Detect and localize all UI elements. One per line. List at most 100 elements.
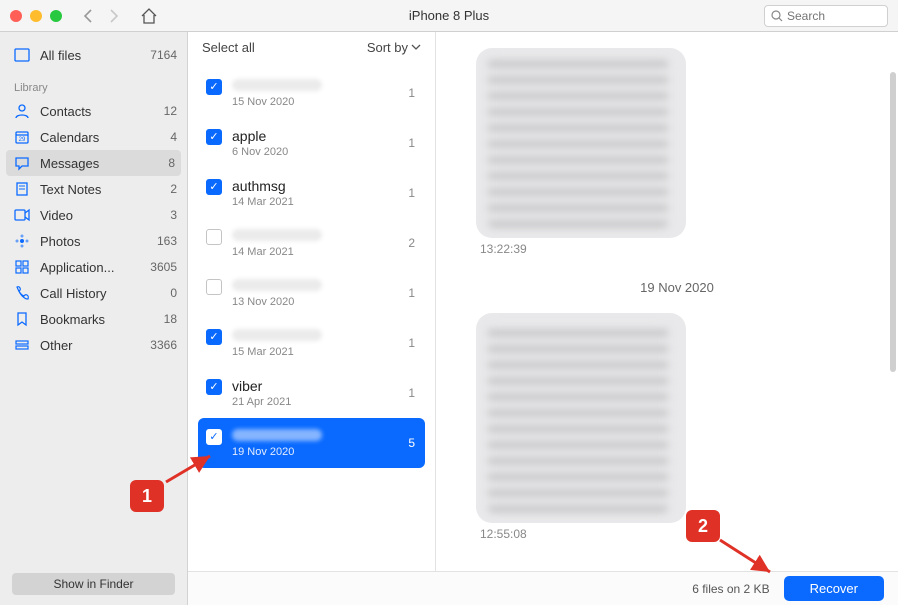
chevron-down-icon — [411, 43, 421, 51]
contacts-icon — [14, 103, 30, 119]
conversation-row[interactable]: ✓ 15 Mar 20211 — [198, 318, 425, 368]
conversation-row[interactable]: ✓ viber 21 Apr 20211 — [198, 368, 425, 418]
sidebar-item-text-notes[interactable]: Text Notes 2 — [0, 176, 187, 202]
conversation-date: 21 Apr 2021 — [232, 396, 408, 408]
page-title: iPhone 8 Plus — [409, 8, 489, 23]
sidebar-item-photos[interactable]: Photos 163 — [0, 228, 187, 254]
conversation-checkbox[interactable]: ✓ — [206, 329, 222, 345]
conversation-count: 1 — [408, 286, 415, 300]
search-field[interactable] — [764, 5, 888, 27]
sidebar-item-label: Application... — [40, 260, 139, 275]
sort-by-dropdown[interactable]: Sort by — [367, 40, 421, 55]
forward-button[interactable] — [108, 9, 118, 23]
conversation-date: 6 Nov 2020 — [232, 146, 408, 158]
conversation-row[interactable]: 14 Mar 20212 — [198, 218, 425, 268]
sidebar-item-label: Calendars — [40, 130, 139, 145]
close-window-button[interactable] — [10, 10, 22, 22]
window-controls — [10, 10, 62, 22]
conversation-count: 1 — [408, 136, 415, 150]
toolbar: iPhone 8 Plus — [0, 0, 898, 32]
sidebar-item-bookmarks[interactable]: Bookmarks 18 — [0, 306, 187, 332]
message-bubble — [476, 313, 686, 523]
photos-icon — [14, 233, 30, 249]
conversation-date: 19 Nov 2020 — [232, 446, 408, 458]
conversation-count: 1 — [408, 336, 415, 350]
conversation-date: 15 Mar 2021 — [232, 346, 408, 358]
select-all-toggle[interactable]: Select all — [202, 40, 255, 55]
sidebar-item-other[interactable]: Other 3366 — [0, 332, 187, 358]
date-separator: 19 Nov 2020 — [476, 280, 878, 295]
sidebar-item-label: Contacts — [40, 104, 139, 119]
bookmarks-icon — [14, 311, 30, 327]
sidebar-item-count: 7164 — [149, 48, 177, 62]
conversation-row[interactable]: ✓15 Nov 20201 — [198, 68, 425, 118]
callout-arrow-2 — [718, 536, 778, 576]
conversation-checkbox[interactable]: ✓ — [206, 429, 222, 445]
conversation-checkbox[interactable] — [206, 279, 222, 295]
conversation-name: authmsg — [232, 178, 286, 194]
notes-icon — [14, 181, 30, 197]
recover-button[interactable]: Recover — [784, 576, 884, 601]
zoom-window-button[interactable] — [50, 10, 62, 22]
show-in-finder-button[interactable]: Show in Finder — [12, 573, 175, 595]
other-icon — [14, 337, 30, 353]
sidebar-item-label: Other — [40, 338, 139, 353]
conversation-name-redacted — [232, 279, 322, 291]
sidebar-item-count: 8 — [147, 156, 175, 170]
sidebar-item-count: 163 — [149, 234, 177, 248]
callout-marker-1: 1 — [130, 480, 164, 512]
video-icon — [14, 207, 30, 223]
conversation-checkbox[interactable]: ✓ — [206, 379, 222, 395]
calendar-icon: 29 — [14, 129, 30, 145]
sidebar-item-label: Messages — [40, 156, 137, 171]
sidebar-item-label: Text Notes — [40, 182, 139, 197]
conversation-row[interactable]: 13 Nov 20201 — [198, 268, 425, 318]
sidebar-item-video[interactable]: Video 3 — [0, 202, 187, 228]
selection-status: 6 files on 2 KB — [692, 582, 769, 596]
conversation-date: 13 Nov 2020 — [232, 296, 408, 308]
callout-arrow-1 — [162, 452, 216, 486]
svg-text:29: 29 — [19, 137, 26, 143]
conversation-date: 15 Nov 2020 — [232, 96, 408, 108]
sidebar-item-all-files[interactable]: All files 7164 — [0, 42, 187, 68]
scrollbar[interactable] — [890, 72, 896, 372]
sidebar-item-label: All files — [40, 48, 139, 63]
sidebar-item-label: Photos — [40, 234, 139, 249]
sidebar-item-label: Bookmarks — [40, 312, 139, 327]
message-timestamp: 12:55:08 — [480, 527, 878, 541]
conversation-name: viber — [232, 378, 262, 394]
message-timestamp: 13:22:39 — [480, 242, 878, 256]
sidebar-item-messages[interactable]: Messages 8 — [6, 150, 181, 176]
conversation-checkbox[interactable]: ✓ — [206, 79, 222, 95]
sidebar-item-count: 18 — [149, 312, 177, 326]
home-icon[interactable] — [140, 8, 158, 24]
conversation-checkbox[interactable]: ✓ — [206, 179, 222, 195]
sidebar-item-call-history[interactable]: Call History0 — [0, 280, 187, 306]
conversation-count: 1 — [408, 386, 415, 400]
sidebar-item-count: 3 — [149, 208, 177, 222]
back-button[interactable] — [84, 9, 94, 23]
sidebar-item-count: 3605 — [149, 260, 177, 274]
sidebar-item-count: 2 — [149, 182, 177, 196]
conversation-date: 14 Mar 2021 — [232, 246, 408, 258]
sidebar-item-count: 3366 — [149, 338, 177, 352]
conversation-checkbox[interactable]: ✓ — [206, 129, 222, 145]
search-input[interactable] — [787, 9, 881, 23]
list-header: Select all Sort by — [188, 32, 435, 62]
sidebar-item-label: Video — [40, 208, 139, 223]
conversation-row[interactable]: ✓ 19 Nov 20205 — [198, 418, 425, 468]
sidebar: All files 7164 Library Contacts1229Calen… — [0, 32, 188, 605]
conversation-row[interactable]: ✓authmsg14 Mar 20211 — [198, 168, 425, 218]
sidebar-item-count: 4 — [149, 130, 177, 144]
sidebar-item-calendars[interactable]: 29 Calendars 4 — [0, 124, 187, 150]
conversation-checkbox[interactable] — [206, 229, 222, 245]
conversation-row[interactable]: ✓apple6 Nov 20201 — [198, 118, 425, 168]
sidebar-item-application-[interactable]: Application... 3605 — [0, 254, 187, 280]
minimize-window-button[interactable] — [30, 10, 42, 22]
sidebar-item-label: Call History — [40, 286, 139, 301]
conversation-name-redacted — [232, 79, 322, 91]
sidebar-item-contacts[interactable]: Contacts12 — [0, 98, 187, 124]
conversation-name-redacted — [232, 429, 322, 441]
calls-icon — [14, 285, 30, 301]
conversation-count: 5 — [408, 436, 415, 450]
